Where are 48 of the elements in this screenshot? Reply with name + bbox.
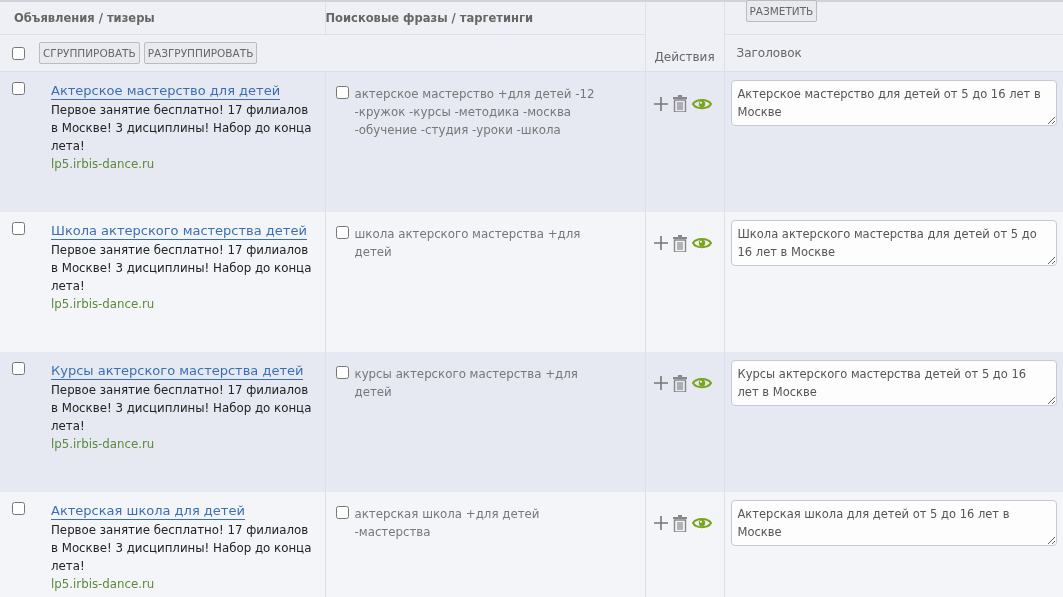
ad-text: Первое занятие бесплатно! 17 филиалов в Москве! 3 дисциплины! Набор до конца лета! [51, 521, 313, 575]
ungroup-button[interactable]: РАЗГРУППИРОВАТЬ [143, 42, 258, 64]
column-header: Поисковые фразы / таргетинги [325, 11, 533, 25]
eye-icon[interactable] [691, 96, 712, 111]
column-header: Объявления / тизеры [14, 11, 155, 25]
search-phrases: актерская школа +для детей -мастерства [354, 505, 541, 541]
checkbox[interactable] [335, 505, 349, 519]
search-phrases: курсы актерского мастерства +для детей [354, 365, 579, 401]
delete-icon[interactable] [672, 95, 687, 112]
title-field[interactable]: Школа актерского мастерства для детей от 5 до 16 лет в Москве [730, 219, 1057, 266]
ad-title-link[interactable]: Актерское мастерство для детей [51, 82, 281, 100]
ad-title-link[interactable]: Курсы актерского мастерства детей [51, 361, 304, 380]
add-icon[interactable] [653, 236, 668, 250]
column-header: Действия [654, 50, 715, 64]
checkbox[interactable] [12, 46, 25, 60]
checkbox[interactable] [335, 225, 349, 239]
eye-icon[interactable] [691, 236, 712, 250]
add-icon[interactable] [653, 516, 668, 530]
eye-icon[interactable] [691, 376, 712, 390]
checkbox[interactable] [12, 82, 25, 95]
delete-icon[interactable] [672, 514, 687, 532]
checkbox[interactable] [12, 221, 25, 235]
search-phrases: школа актерского мастерства +для детей [354, 225, 582, 261]
checkbox[interactable] [12, 361, 25, 375]
ad-url: lp5.irbis-dance.ru [51, 156, 156, 173]
ad-url: lp5.irbis-dance.ru [51, 435, 156, 453]
search-phrases: актерское мастерство +для детей -12 -кружок -курсы -методика -москва -обучение -студия -уроки -школа [354, 86, 596, 139]
checkbox[interactable] [335, 365, 349, 379]
delete-icon[interactable] [672, 234, 687, 252]
add-icon[interactable] [653, 376, 668, 390]
delete-icon[interactable] [672, 374, 687, 392]
ad-title-link[interactable]: Актерская школа для детей [51, 501, 245, 520]
column-header: Заголовок [736, 46, 802, 60]
title-field[interactable]: Актерская школа для детей от 5 до 16 лет в Москве [730, 499, 1057, 546]
title-field[interactable]: Курсы актерского мастерства детей от 5 до 16 лет в Москве [730, 359, 1057, 406]
ad-title-link[interactable]: Школа актерского мастерства детей [51, 221, 307, 240]
group-button[interactable]: СГРУППИРОВАТЬ [39, 42, 140, 64]
ad-url: lp5.irbis-dance.ru [51, 295, 156, 313]
checkbox[interactable] [335, 86, 349, 99]
ad-text: Первое занятие бесплатно! 17 филиалов в Москве! 3 дисциплины! Набор до конца лета! [51, 381, 313, 435]
add-icon[interactable] [653, 96, 668, 111]
checkbox[interactable] [12, 501, 25, 515]
eye-icon[interactable] [691, 516, 712, 530]
ad-text: Первое занятие бесплатно! 17 филиалов в Москве! 3 дисциплины! Набор до конца лета! [51, 241, 313, 295]
ad-text: Первое занятие бесплатно! 17 филиалов в Москве! 3 дисциплины! Набор до конца лета! [51, 102, 313, 155]
markup-button[interactable]: РАЗМЕТИТЬ [745, 0, 818, 22]
title-field[interactable]: Актерское мастерство для детей от 5 до 16 лет в Москве [730, 80, 1057, 126]
ad-url: lp5.irbis-dance.ru [51, 575, 156, 593]
